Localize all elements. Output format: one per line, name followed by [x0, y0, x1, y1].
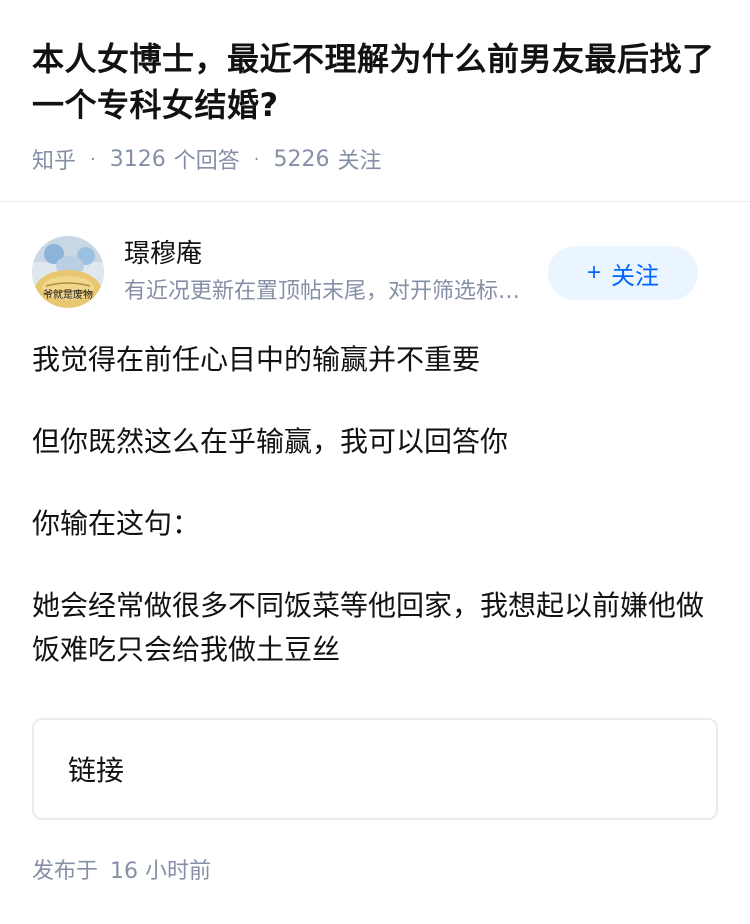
- link-label: 链接: [68, 754, 125, 787]
- answer-content: 我觉得在前任心目中的输赢并不重要 但你既然这么在乎输赢，我可以回答你 你输在这句…: [32, 338, 718, 710]
- question-meta: 知乎 · 3126 个回答 · 5226 关注: [32, 143, 718, 175]
- plus-icon: +: [586, 259, 601, 286]
- avatar-caption: 爷就是废物: [43, 288, 93, 301]
- author-bio: 有近况更新在置顶帖末尾，对开筛选标准和情感问题感兴趣的朋友可以私信: [124, 279, 536, 304]
- follow-button[interactable]: + 关注: [548, 246, 698, 300]
- meta-separator: ·: [90, 148, 96, 170]
- section-divider: [0, 201, 750, 202]
- published-label: 发布于: [32, 859, 99, 884]
- publish-info: 发布于 16 小时前: [32, 856, 211, 888]
- followers-count: 5226: [273, 146, 330, 172]
- follow-label: 关注: [611, 262, 659, 290]
- answer-paragraph: 我觉得在前任心目中的输赢并不重要: [32, 343, 481, 376]
- avatar-image-icon: 爷就是废物: [32, 236, 104, 308]
- answers-count: 3126: [109, 146, 166, 172]
- published-time: 16 小时前: [110, 859, 212, 884]
- author-name[interactable]: 璟穆庵: [124, 236, 202, 272]
- answer-paragraph: 她会经常做很多不同饭菜等他回家，我想起以前嫌他做饭难吃只会给我做土豆丝: [32, 589, 705, 666]
- question-title[interactable]: 本人女博士，最近不理解为什么前男友最后找了一个专科女结婚?: [32, 36, 718, 128]
- followers-label: 关注: [337, 149, 382, 174]
- link-card[interactable]: 链接: [32, 718, 718, 820]
- answer-paragraph: 你输在这句：: [32, 507, 201, 540]
- meta-separator: ·: [253, 148, 260, 170]
- answers-label: 个回答: [173, 149, 240, 174]
- author-card: 爷就是废物 璟穆庵 有近况更新在置顶帖末尾，对开筛选标准和情感问题感兴趣的朋友可…: [32, 236, 718, 308]
- question-header: 本人女博士，最近不理解为什么前男友最后找了一个专科女结婚? 知乎 · 3126 …: [0, 0, 750, 174]
- source-label[interactable]: 知乎: [32, 143, 76, 175]
- avatar[interactable]: 爷就是废物: [32, 236, 104, 308]
- answer-paragraph: 但你既然这么在乎输赢，我可以回答你: [32, 425, 509, 458]
